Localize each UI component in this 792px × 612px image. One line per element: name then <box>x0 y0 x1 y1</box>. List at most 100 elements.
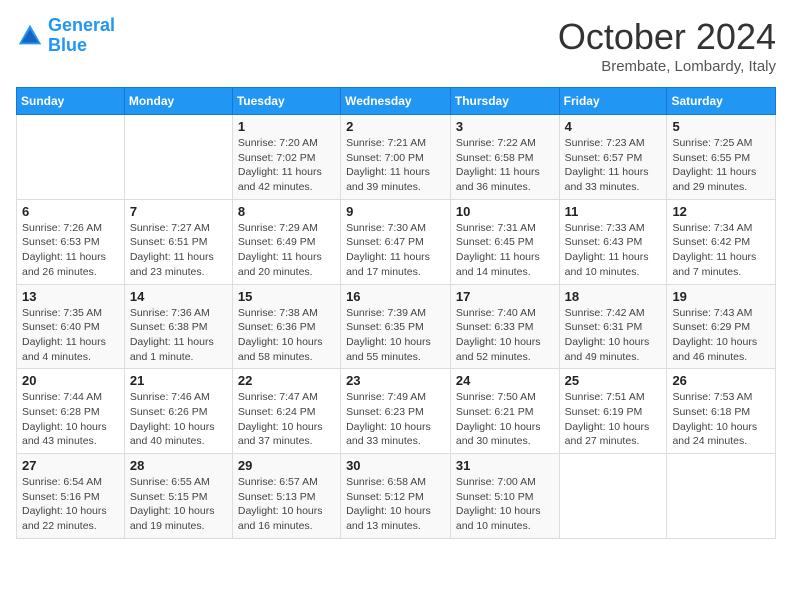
calendar-cell: 29 Sunrise: 6:57 AM Sunset: 5:13 PM Dayli… <box>232 454 340 539</box>
month-title: October 2024 <box>558 16 776 58</box>
day-info: Sunrise: 7:31 AM Sunset: 6:45 PM Dayligh… <box>456 221 554 280</box>
day-number: 24 <box>456 373 554 388</box>
logo-text: General Blue <box>48 16 115 56</box>
day-info: Sunrise: 7:46 AM Sunset: 6:26 PM Dayligh… <box>130 390 227 449</box>
logo-icon <box>16 22 44 50</box>
day-info: Sunrise: 7:38 AM Sunset: 6:36 PM Dayligh… <box>238 306 335 365</box>
day-info: Sunrise: 7:21 AM Sunset: 7:00 PM Dayligh… <box>346 136 445 195</box>
day-info: Sunrise: 7:43 AM Sunset: 6:29 PM Dayligh… <box>672 306 770 365</box>
day-of-week-header: Tuesday <box>232 88 340 115</box>
calendar-cell: 28 Sunrise: 6:55 AM Sunset: 5:15 PM Dayli… <box>124 454 232 539</box>
page-header: General Blue October 2024 Brembate, Lomb… <box>16 16 776 75</box>
logo-line1: General <box>48 15 115 35</box>
calendar-week-row: 20Sunrise: 7:44 AM Sunset: 6:28 PM Dayli… <box>17 369 776 454</box>
day-number: 23 <box>346 373 445 388</box>
day-number: 22 <box>238 373 335 388</box>
calendar-cell: 7 Sunrise: 7:27 AM Sunset: 6:51 PM Daylig… <box>124 199 232 284</box>
day-info: Sunrise: 7:00 AM Sunset: 5:10 PM Dayligh… <box>456 475 554 534</box>
calendar-cell: 21 Sunrise: 7:46 AM Sunset: 6:26 PM Dayli… <box>124 369 232 454</box>
calendar-cell: 24 Sunrise: 7:50 AM Sunset: 6:21 PM Dayli… <box>450 369 559 454</box>
day-number: 31 <box>456 458 554 473</box>
calendar-cell: 5Sunrise: 7:25 AM Sunset: 6:55 PM Daylig… <box>667 115 776 200</box>
day-info: Sunrise: 7:33 AM Sunset: 6:43 PM Dayligh… <box>565 221 662 280</box>
calendar-cell: 19 Sunrise: 7:43 AM Sunset: 6:29 PM Dayli… <box>667 284 776 369</box>
day-info: Sunrise: 7:47 AM Sunset: 6:24 PM Dayligh… <box>238 390 335 449</box>
calendar-cell: 18 Sunrise: 7:42 AM Sunset: 6:31 PM Dayli… <box>559 284 667 369</box>
day-info: Sunrise: 7:42 AM Sunset: 6:31 PM Dayligh… <box>565 306 662 365</box>
calendar-cell: 2 Sunrise: 7:21 AM Sunset: 7:00 PM Daylig… <box>341 115 451 200</box>
day-of-week-header: Saturday <box>667 88 776 115</box>
day-number: 15 <box>238 289 335 304</box>
day-info: Sunrise: 7:25 AM Sunset: 6:55 PM Dayligh… <box>672 136 770 195</box>
logo-line2: Blue <box>48 35 87 55</box>
calendar-cell: 31 Sunrise: 7:00 AM Sunset: 5:10 PM Dayli… <box>450 454 559 539</box>
calendar-cell: 13Sunrise: 7:35 AM Sunset: 6:40 PM Dayli… <box>17 284 125 369</box>
calendar-cell: 16 Sunrise: 7:39 AM Sunset: 6:35 PM Dayli… <box>341 284 451 369</box>
day-number: 19 <box>672 289 770 304</box>
calendar-cell <box>124 115 232 200</box>
day-number: 13 <box>22 289 119 304</box>
calendar-cell: 10 Sunrise: 7:31 AM Sunset: 6:45 PM Dayli… <box>450 199 559 284</box>
day-number: 10 <box>456 204 554 219</box>
day-info: Sunrise: 7:30 AM Sunset: 6:47 PM Dayligh… <box>346 221 445 280</box>
calendar-cell: 11Sunrise: 7:33 AM Sunset: 6:43 PM Dayli… <box>559 199 667 284</box>
day-number: 18 <box>565 289 662 304</box>
location-subtitle: Brembate, Lombardy, Italy <box>558 58 776 75</box>
day-number: 25 <box>565 373 662 388</box>
day-number: 9 <box>346 204 445 219</box>
day-of-week-header: Thursday <box>450 88 559 115</box>
calendar-cell: 1Sunrise: 7:20 AM Sunset: 7:02 PM Daylig… <box>232 115 340 200</box>
calendar-table: SundayMondayTuesdayWednesdayThursdayFrid… <box>16 87 776 539</box>
title-area: October 2024 Brembate, Lombardy, Italy <box>558 16 776 75</box>
day-of-week-header: Wednesday <box>341 88 451 115</box>
day-info: Sunrise: 7:39 AM Sunset: 6:35 PM Dayligh… <box>346 306 445 365</box>
day-info: Sunrise: 7:27 AM Sunset: 6:51 PM Dayligh… <box>130 221 227 280</box>
calendar-header: SundayMondayTuesdayWednesdayThursdayFrid… <box>17 88 776 115</box>
day-info: Sunrise: 6:57 AM Sunset: 5:13 PM Dayligh… <box>238 475 335 534</box>
day-number: 20 <box>22 373 119 388</box>
calendar-cell: 8 Sunrise: 7:29 AM Sunset: 6:49 PM Daylig… <box>232 199 340 284</box>
day-number: 8 <box>238 204 335 219</box>
calendar-cell: 25Sunrise: 7:51 AM Sunset: 6:19 PM Dayli… <box>559 369 667 454</box>
calendar-cell: 17 Sunrise: 7:40 AM Sunset: 6:33 PM Dayli… <box>450 284 559 369</box>
calendar-cell: 30 Sunrise: 6:58 AM Sunset: 5:12 PM Dayli… <box>341 454 451 539</box>
calendar-cell: 3 Sunrise: 7:22 AM Sunset: 6:58 PM Daylig… <box>450 115 559 200</box>
day-info: Sunrise: 7:49 AM Sunset: 6:23 PM Dayligh… <box>346 390 445 449</box>
calendar-cell: 22 Sunrise: 7:47 AM Sunset: 6:24 PM Dayli… <box>232 369 340 454</box>
calendar-cell: 23 Sunrise: 7:49 AM Sunset: 6:23 PM Dayli… <box>341 369 451 454</box>
day-info: Sunrise: 6:58 AM Sunset: 5:12 PM Dayligh… <box>346 475 445 534</box>
calendar-cell: 26Sunrise: 7:53 AM Sunset: 6:18 PM Dayli… <box>667 369 776 454</box>
day-info: Sunrise: 7:50 AM Sunset: 6:21 PM Dayligh… <box>456 390 554 449</box>
day-info: Sunrise: 7:34 AM Sunset: 6:42 PM Dayligh… <box>672 221 770 280</box>
day-number: 17 <box>456 289 554 304</box>
day-of-week-header: Friday <box>559 88 667 115</box>
day-number: 28 <box>130 458 227 473</box>
day-number: 7 <box>130 204 227 219</box>
day-number: 3 <box>456 119 554 134</box>
days-of-week-row: SundayMondayTuesdayWednesdayThursdayFrid… <box>17 88 776 115</box>
calendar-cell <box>17 115 125 200</box>
day-number: 26 <box>672 373 770 388</box>
day-number: 30 <box>346 458 445 473</box>
day-info: Sunrise: 7:23 AM Sunset: 6:57 PM Dayligh… <box>565 136 662 195</box>
day-number: 2 <box>346 119 445 134</box>
day-of-week-header: Monday <box>124 88 232 115</box>
day-number: 4 <box>565 119 662 134</box>
day-number: 1 <box>238 119 335 134</box>
calendar-cell <box>559 454 667 539</box>
day-number: 21 <box>130 373 227 388</box>
calendar-cell: 27Sunrise: 6:54 AM Sunset: 5:16 PM Dayli… <box>17 454 125 539</box>
day-info: Sunrise: 7:29 AM Sunset: 6:49 PM Dayligh… <box>238 221 335 280</box>
day-info: Sunrise: 7:40 AM Sunset: 6:33 PM Dayligh… <box>456 306 554 365</box>
day-number: 6 <box>22 204 119 219</box>
logo: General Blue <box>16 16 115 56</box>
day-info: Sunrise: 6:55 AM Sunset: 5:15 PM Dayligh… <box>130 475 227 534</box>
day-number: 14 <box>130 289 227 304</box>
calendar-week-row: 27Sunrise: 6:54 AM Sunset: 5:16 PM Dayli… <box>17 454 776 539</box>
day-info: Sunrise: 6:54 AM Sunset: 5:16 PM Dayligh… <box>22 475 119 534</box>
day-info: Sunrise: 7:22 AM Sunset: 6:58 PM Dayligh… <box>456 136 554 195</box>
day-info: Sunrise: 7:26 AM Sunset: 6:53 PM Dayligh… <box>22 221 119 280</box>
day-number: 16 <box>346 289 445 304</box>
day-number: 29 <box>238 458 335 473</box>
calendar-cell: 9 Sunrise: 7:30 AM Sunset: 6:47 PM Daylig… <box>341 199 451 284</box>
